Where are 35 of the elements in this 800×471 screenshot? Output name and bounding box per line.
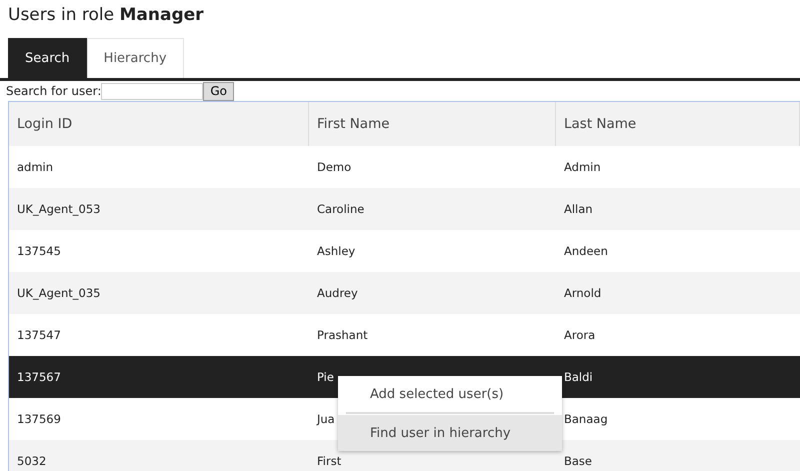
tab[interactable]: Search: [8, 38, 87, 78]
table-cell: Audrey: [317, 286, 358, 300]
table-cell: Allan: [564, 202, 593, 216]
table-cell: 137545: [17, 244, 61, 258]
table-cell: Admin: [564, 160, 601, 174]
table-cell: 137569: [17, 412, 61, 426]
table-cell: Banaag: [564, 412, 608, 426]
table-cell: Baldi: [564, 370, 593, 384]
table-cell: Base: [564, 454, 592, 468]
table-cell: UK_Agent_035: [17, 286, 100, 300]
table-cell: 137567: [17, 370, 61, 384]
table-cell: UK_Agent_053: [17, 202, 100, 216]
page-title: Users in role Manager: [7, 4, 205, 27]
column-header[interactable]: First Name: [309, 102, 556, 146]
table-cell: 137547: [17, 328, 61, 342]
table-cell: First: [317, 454, 342, 468]
search-field[interactable]: [101, 82, 204, 100]
table-cell: Demo: [317, 160, 352, 174]
table-cell: Caroline: [317, 202, 364, 216]
table-cell: Pie: [317, 370, 334, 384]
table-cell: admin: [17, 160, 54, 174]
menu-item[interactable]: Find user in hierarchy: [338, 415, 562, 451]
table-cell: Jua: [317, 412, 335, 426]
table-cell: Ashley: [317, 244, 356, 258]
table-cell: Prashant: [317, 328, 368, 342]
go-button[interactable]: Go: [203, 82, 234, 100]
column-header[interactable]: Last Name: [556, 102, 800, 146]
tab[interactable]: Hierarchy: [86, 38, 184, 78]
table-cell: Arnold: [564, 286, 602, 300]
search-label: Search for user:: [6, 84, 102, 98]
column-header[interactable]: Login ID: [9, 102, 309, 146]
table-cell: Arora: [564, 328, 596, 342]
table-cell: 5032: [17, 454, 46, 468]
table-cell: Andeen: [564, 244, 608, 258]
menu-item[interactable]: Add selected user(s): [338, 376, 562, 412]
